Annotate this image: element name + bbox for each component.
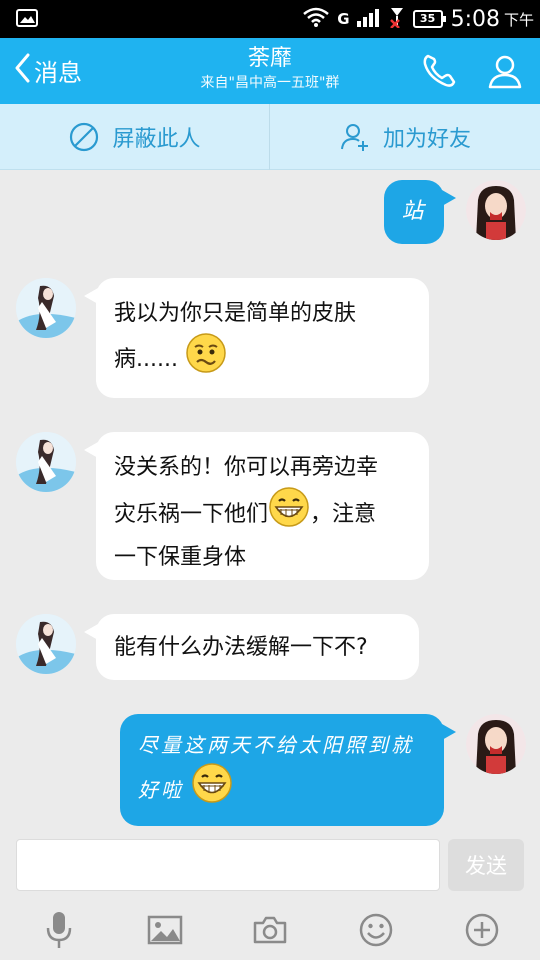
signal-no-sim-icon: [389, 6, 405, 32]
message-line: 尽量这两天不给太阳照到就: [138, 733, 414, 757]
plus-icon[interactable]: [460, 908, 504, 952]
clock-ampm: 下午: [503, 10, 534, 29]
message-bubble-outgoing[interactable]: 尽量这两天不给太阳照到就 好啦: [120, 714, 456, 826]
camera-icon[interactable]: [248, 908, 292, 952]
message-line: 没关系的！你可以再旁边幸: [114, 455, 379, 480]
grin-face-icon: [191, 762, 233, 820]
message-bubble-incoming[interactable]: 能有什么办法缓解一下不?: [84, 614, 419, 680]
message-line: ，注意: [310, 502, 377, 527]
signal-icon: [356, 7, 381, 31]
message-line: 我以为你只是简单的皮肤: [114, 301, 357, 326]
phone-call-icon[interactable]: [420, 52, 458, 90]
microphone-icon[interactable]: [37, 908, 81, 952]
message-input[interactable]: [16, 839, 440, 891]
carrier-label: G: [337, 10, 349, 28]
block-icon: [70, 122, 99, 152]
message-line: 好啦: [138, 778, 184, 802]
grin-face-icon: [268, 486, 310, 544]
profile-icon[interactable]: [486, 52, 524, 90]
contact-avatar[interactable]: [16, 614, 76, 674]
message-line: 能有什么办法缓解一下不?: [114, 635, 368, 660]
my-avatar[interactable]: [466, 180, 526, 240]
image-icon[interactable]: [143, 908, 187, 952]
wifi-icon: [303, 7, 330, 31]
emoji-icon[interactable]: [354, 908, 398, 952]
add-user-icon: [340, 124, 368, 151]
add-friend-label: 加为好友: [382, 127, 471, 152]
send-button[interactable]: 发送: [448, 839, 524, 891]
message-bubble-incoming[interactable]: 没关系的！你可以再旁边幸 灾乐祸一下他们 ，注意 一下保重身体: [84, 432, 429, 580]
title-block: 荼靡 来自"昌中高一五班"群: [0, 44, 540, 92]
status-bar: G 35 5:08 下午: [0, 0, 540, 38]
page-title: 荼靡: [247, 46, 292, 71]
worried-face-icon: [185, 332, 227, 388]
message-text: 站: [401, 199, 427, 224]
contact-avatar[interactable]: [16, 432, 76, 492]
my-avatar[interactable]: [466, 714, 526, 774]
gallery-notification-icon: [16, 9, 38, 31]
stranger-action-bar: 屏蔽此人 加为好友: [0, 104, 540, 170]
chat-toolbar: [0, 900, 540, 960]
block-user-button[interactable]: 屏蔽此人: [0, 104, 269, 170]
battery-icon: 35: [412, 10, 446, 28]
message-bubble-incoming[interactable]: 我以为你只是简单的皮肤 病......: [84, 278, 429, 398]
contact-avatar[interactable]: [16, 278, 76, 338]
block-user-label: 屏蔽此人: [112, 127, 201, 152]
message-line: 一下保重身体: [114, 545, 247, 570]
page-subtitle: 来自"昌中高一五班"群: [200, 75, 340, 91]
message-line: 灾乐祸一下他们: [114, 502, 269, 527]
add-friend-button[interactable]: 加为好友: [270, 104, 540, 170]
input-bar: 发送: [0, 830, 540, 900]
message-bubble-outgoing[interactable]: 站: [384, 180, 456, 244]
clock-time: 5:08: [450, 6, 500, 32]
chat-header: 消息 荼靡 来自"昌中高一五班"群: [0, 38, 540, 104]
message-line: 病......: [114, 347, 178, 372]
